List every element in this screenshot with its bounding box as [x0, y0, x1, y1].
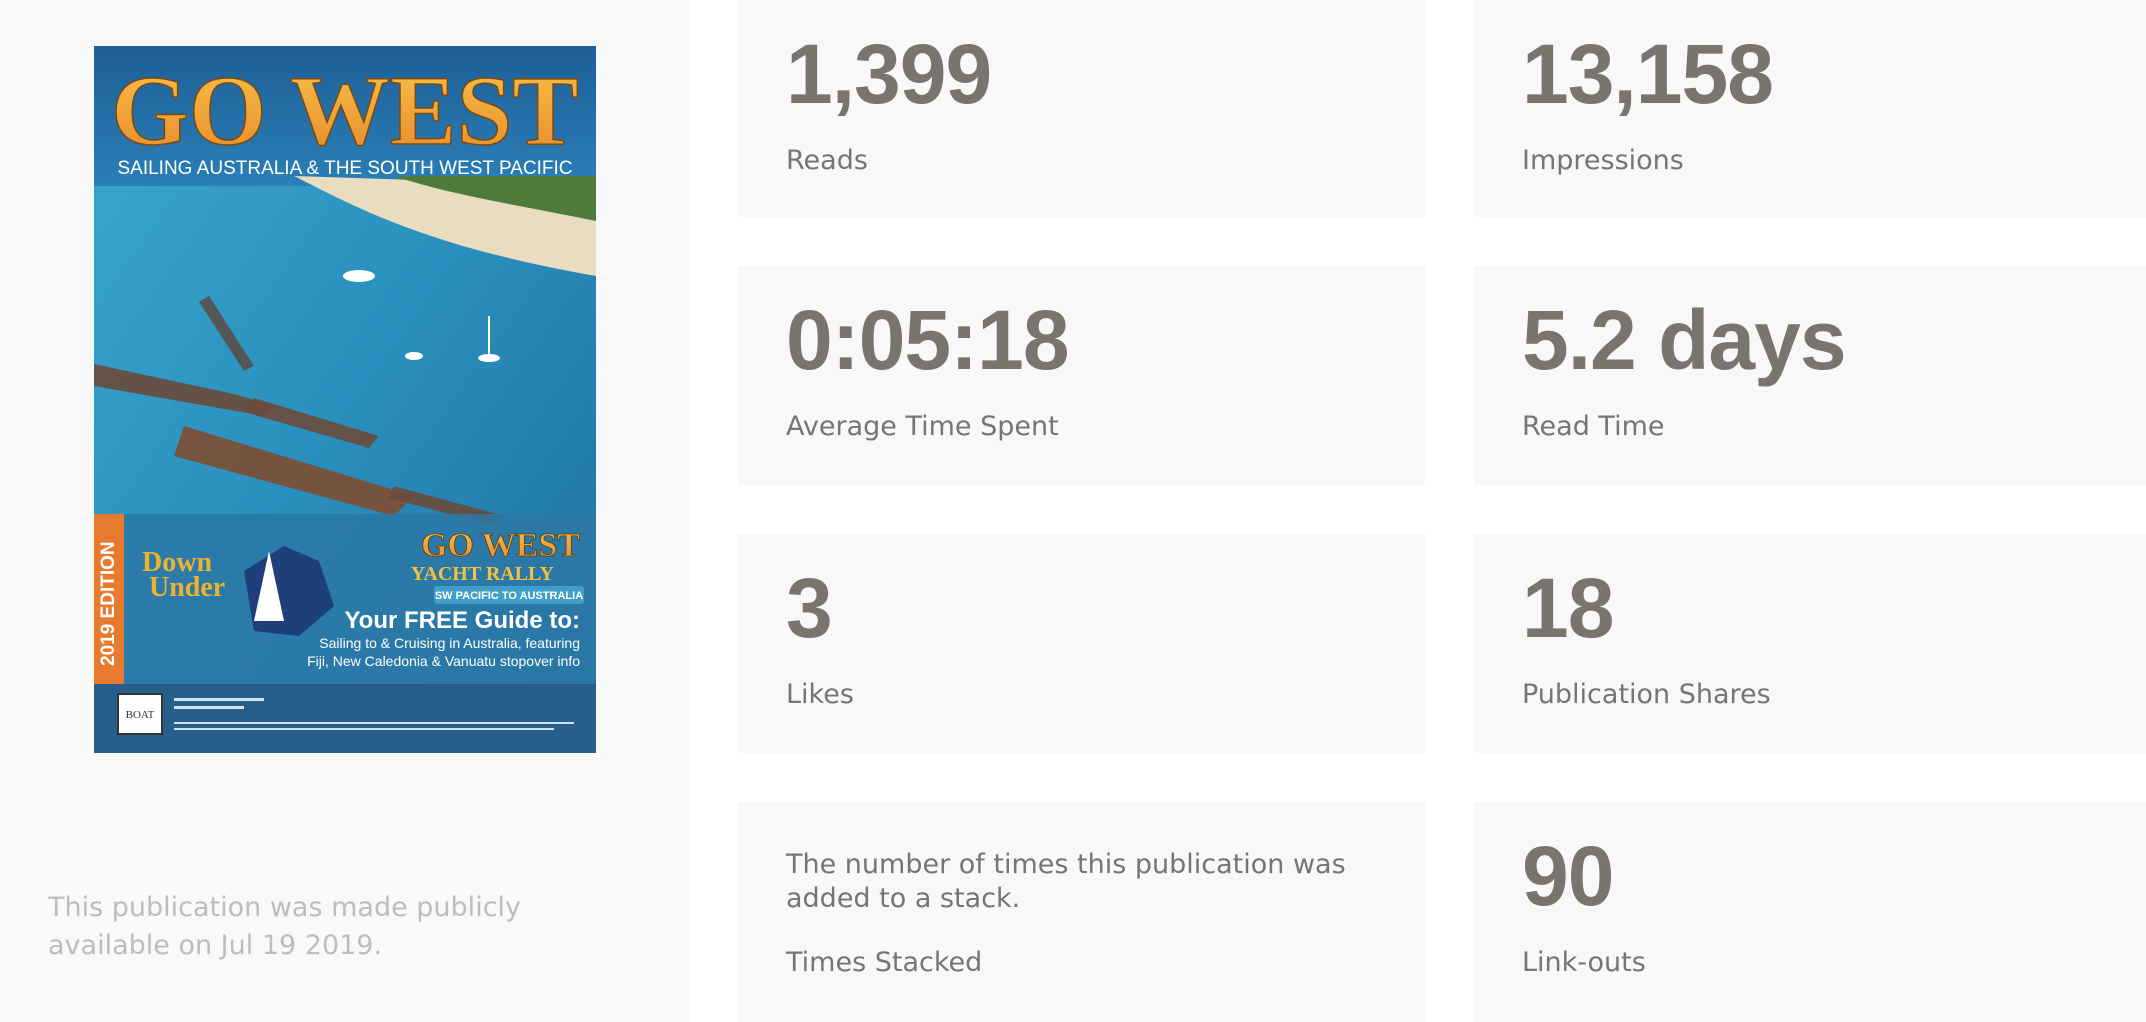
svg-text:Under: Under	[149, 572, 225, 603]
stat-card-read-time: 5.2 days Read Time	[1474, 266, 2146, 485]
cover-image: 2019 EDITION GO WEST SAILING AUSTRALIA &…	[94, 46, 596, 753]
stat-label: Link-outs	[1522, 947, 1646, 978]
publication-cover[interactable]: 2019 EDITION GO WEST SAILING AUSTRALIA &…	[94, 46, 596, 753]
stat-value: 90	[1522, 829, 1614, 923]
stat-value: 5.2 days	[1522, 293, 1847, 387]
stat-card-likes: 3 Likes	[738, 534, 1425, 753]
stat-label: Impressions	[1522, 145, 1684, 176]
stat-label: Likes	[786, 679, 854, 710]
publication-panel: 2019 EDITION GO WEST SAILING AUSTRALIA &…	[0, 0, 689, 1022]
stat-value: 13,158	[1522, 27, 1774, 121]
stat-value: 3	[786, 561, 833, 655]
stat-card-shares: 18 Publication Shares	[1474, 534, 2146, 753]
cover-guide-heading: Your FREE Guide to:	[344, 607, 580, 634]
stat-label: Publication Shares	[1522, 679, 1771, 710]
cover-subtitle: SAILING AUSTRALIA & THE SOUTH WEST PACIF…	[117, 158, 572, 179]
stat-card-average-time: 0:05:18 Average Time Spent	[738, 266, 1425, 485]
stat-value: 1,399	[786, 27, 992, 121]
svg-text:SW PACIFIC TO AUSTRALIA: SW PACIFIC TO AUSTRALIA	[435, 590, 583, 602]
cover-edition: 2019 EDITION	[98, 541, 119, 666]
stat-description: The number of times this publication was…	[786, 849, 1346, 914]
stat-card-times-stacked: The number of times this publication was…	[738, 802, 1425, 1022]
stat-card-impressions: 13,158 Impressions	[1474, 0, 2146, 217]
stat-card-link-outs: 90 Link-outs	[1474, 802, 2146, 1022]
stat-label: Read Time	[1522, 411, 1665, 442]
cover-badge: BOAT	[126, 709, 155, 721]
stat-label: Average Time Spent	[786, 411, 1059, 442]
cover-title: GO WEST	[111, 55, 579, 166]
stat-value: 0:05:18	[786, 293, 1070, 387]
publication-availability-note: This publication was made publicly avail…	[48, 892, 522, 961]
svg-text:Fiji, New Caledonia & Vanuatu: Fiji, New Caledonia & Vanuatu stopover i…	[307, 653, 580, 669]
cover-rally-sub: YACHT RALLY	[411, 563, 555, 585]
stat-card-reads: 1,399 Reads	[738, 0, 1425, 217]
cover-rally-title: GO WEST	[421, 527, 580, 564]
stat-label: Times Stacked	[786, 947, 983, 978]
stat-label: Reads	[786, 145, 868, 176]
stat-value: 18	[1522, 561, 1614, 655]
svg-text:Sailing to & Cruising in Austr: Sailing to & Cruising in Australia, feat…	[319, 635, 580, 651]
